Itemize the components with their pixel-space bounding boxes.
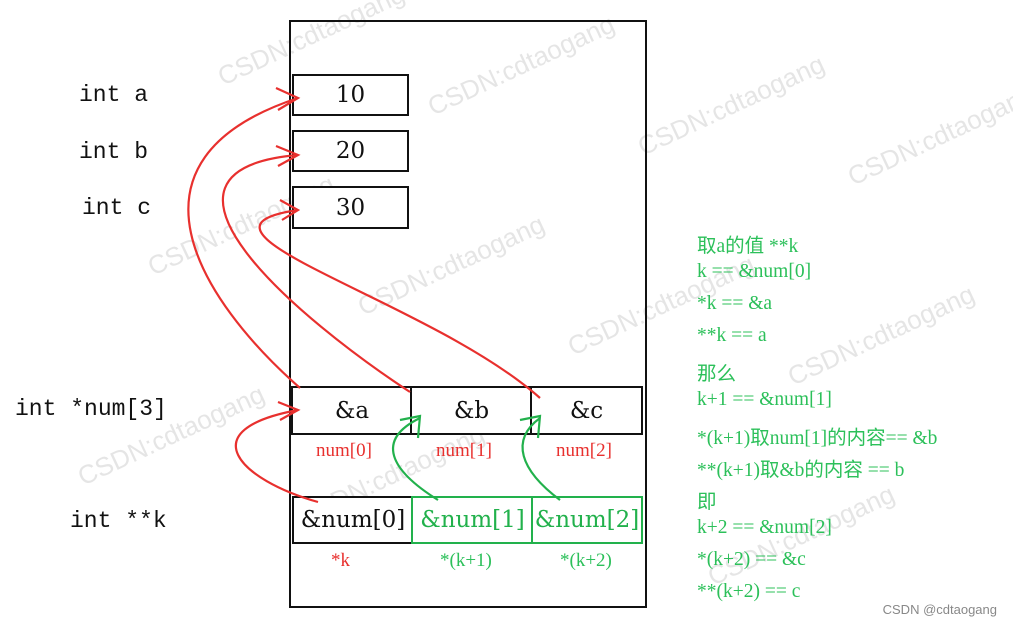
note-line: k+1 == &num[1] bbox=[697, 389, 832, 410]
note-line: 取a的值 **k bbox=[697, 236, 799, 257]
note-line: **(k+2) == c bbox=[697, 581, 801, 602]
pointer-diagram: CSDN:cdtaogang CSDN:cdtaogang CSDN:cdtao… bbox=[0, 0, 1013, 627]
note-line: *(k+2) == &c bbox=[697, 549, 806, 570]
note-line: 那么 bbox=[697, 364, 737, 385]
arrow-num0-to-a bbox=[187, 96, 301, 389]
arrow-num2-to-c bbox=[258, 208, 541, 399]
arrow-k1-to-num1 bbox=[391, 417, 439, 501]
note-line: *(k+1)取num[1]的内容== &b bbox=[697, 428, 938, 449]
note-line: k+2 == &num[2] bbox=[697, 517, 832, 538]
note-line: 即 bbox=[697, 492, 717, 513]
credit-watermark: CSDN @cdtaogang bbox=[882, 602, 997, 617]
arrows-layer bbox=[187, 86, 561, 504]
note-line: **k == a bbox=[697, 325, 767, 346]
note-line: *k == &a bbox=[697, 293, 773, 314]
note-line: k == &num[0] bbox=[697, 261, 812, 282]
arrow-k0-to-num0 bbox=[234, 408, 319, 504]
arrow-num1-to-b bbox=[221, 153, 411, 393]
note-line: **(k+1)取&b的内容 == b bbox=[697, 460, 905, 481]
arrow-k2-to-num2 bbox=[521, 417, 561, 501]
